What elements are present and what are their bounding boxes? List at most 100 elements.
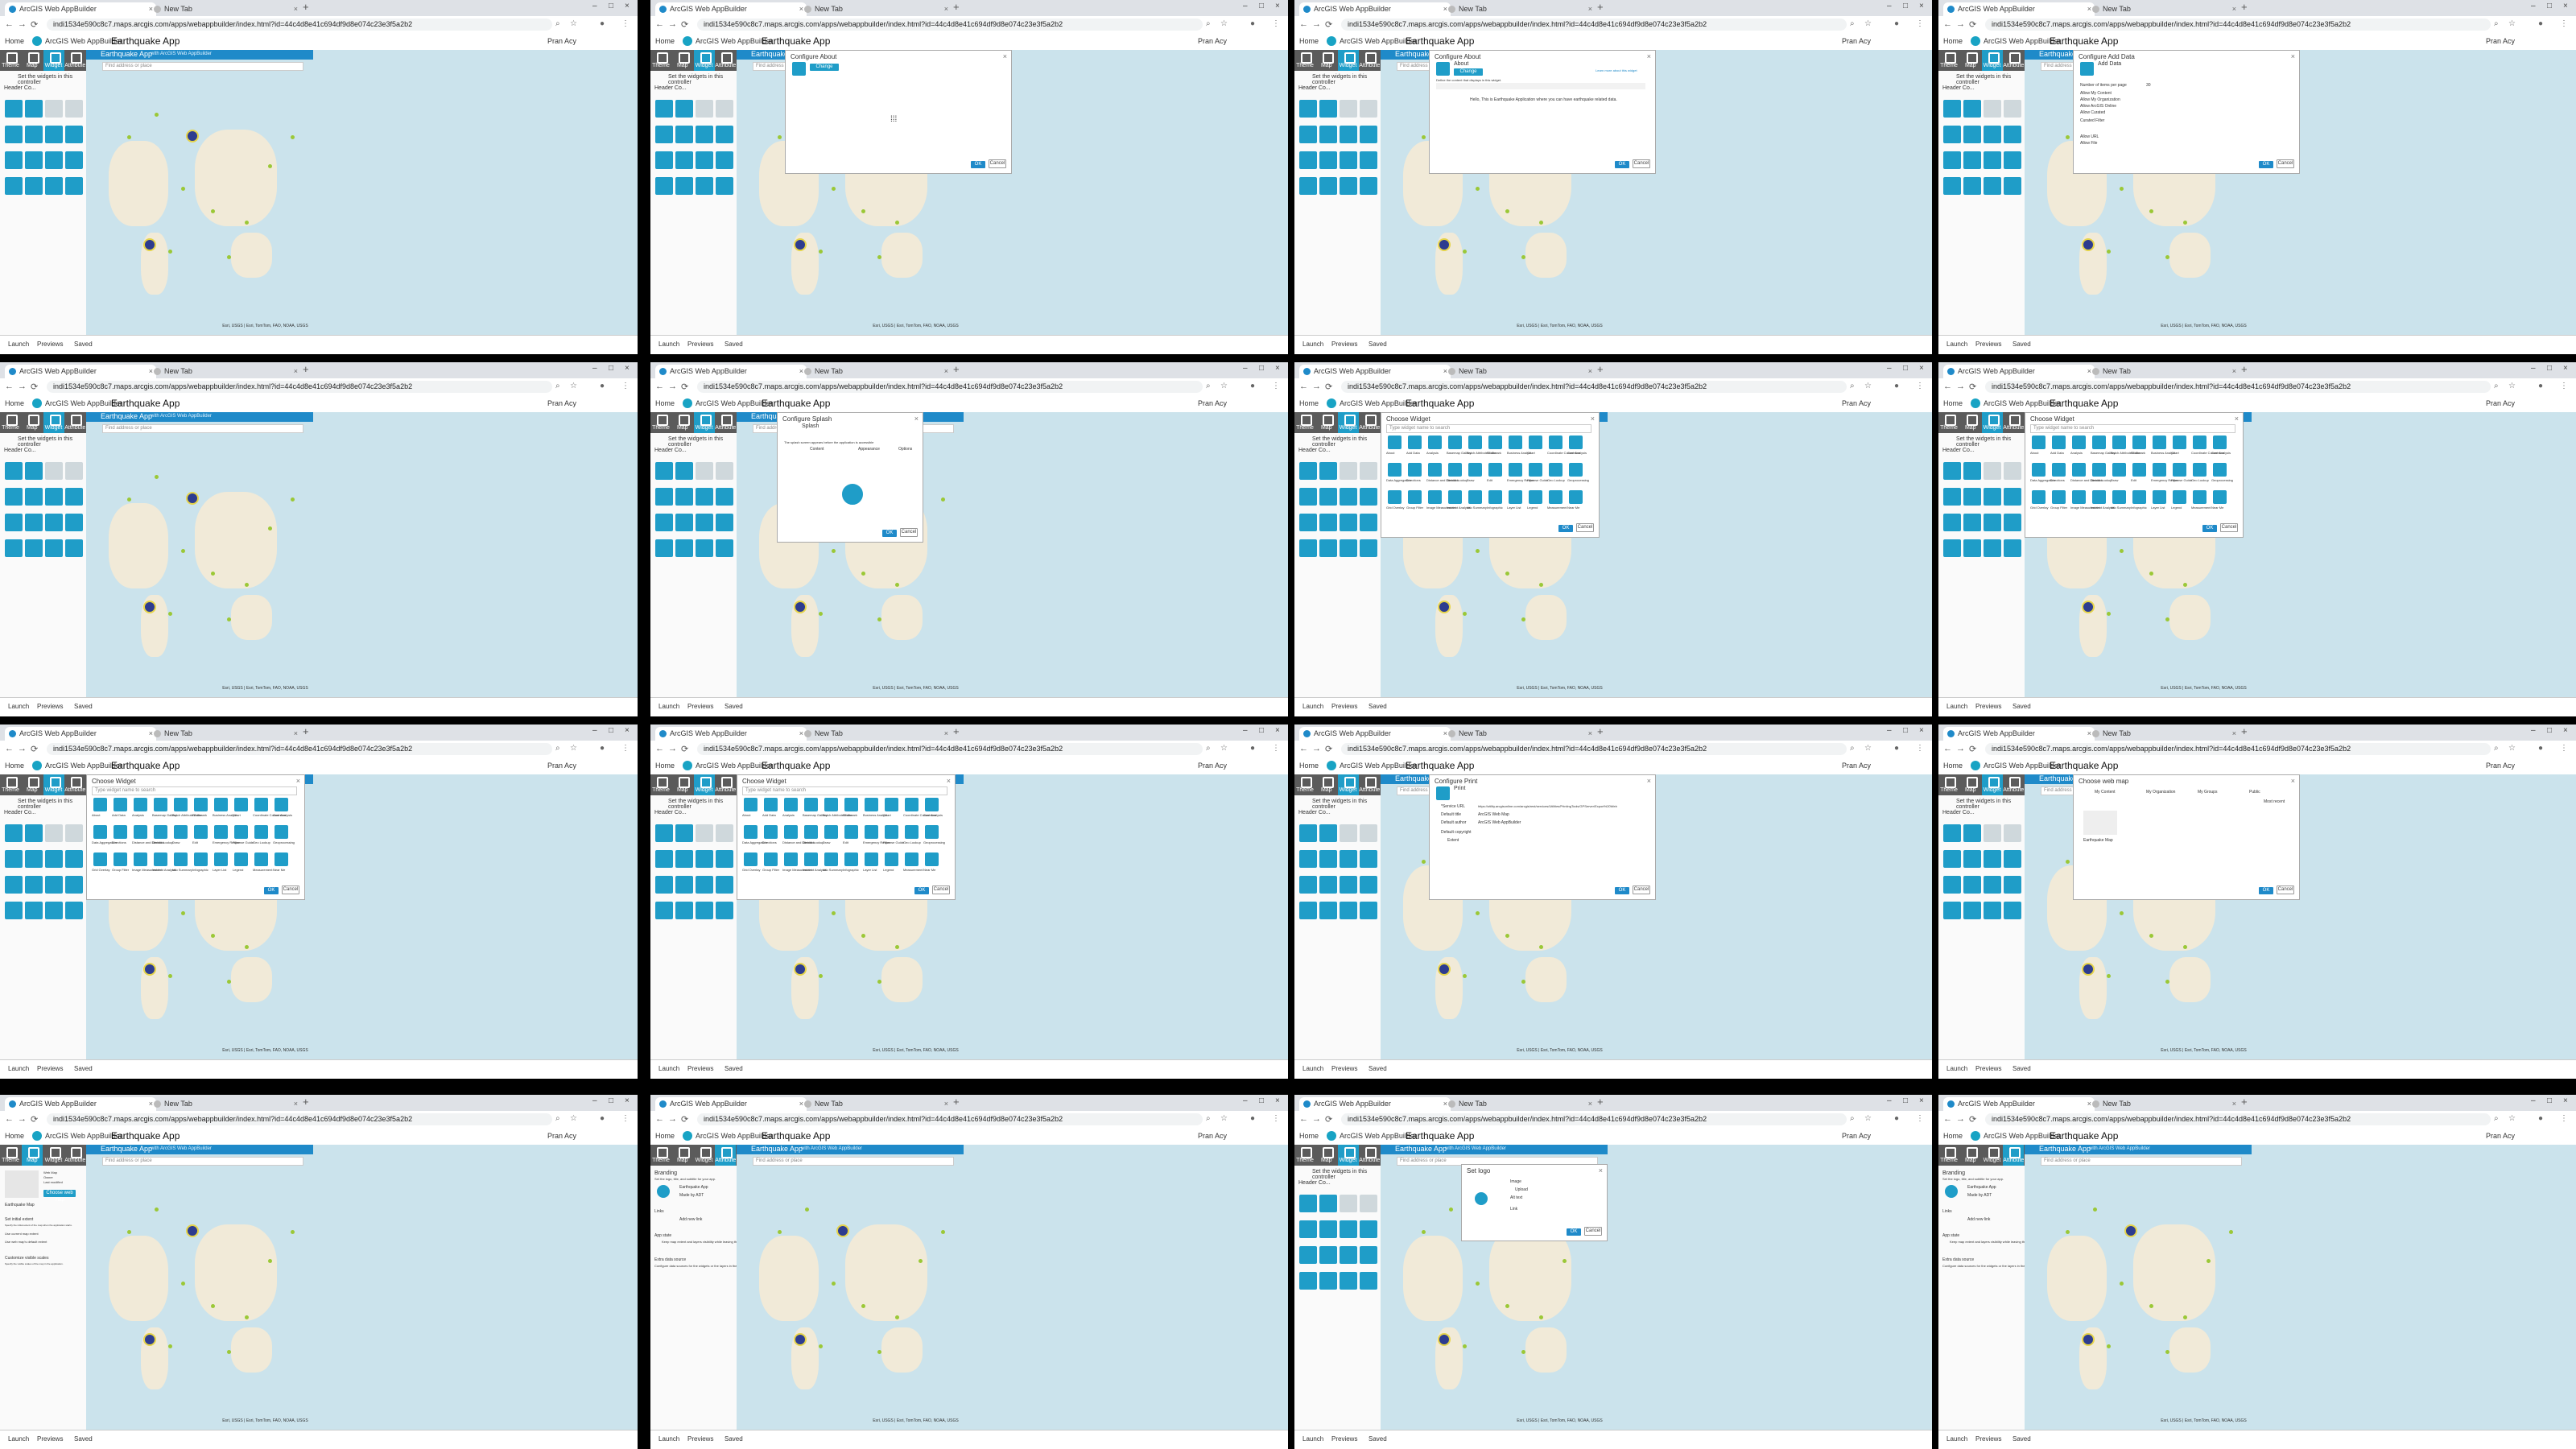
widget-tile[interactable] xyxy=(925,825,939,839)
earthquake-marker[interactable] xyxy=(186,492,200,506)
back-icon[interactable]: ← xyxy=(5,744,14,753)
launch-button[interactable]: Launch xyxy=(1302,703,1323,710)
widget-tile[interactable] xyxy=(2132,463,2146,477)
reload-icon[interactable]: ⟳ xyxy=(1969,744,1976,754)
widget-slot[interactable] xyxy=(2004,126,2021,143)
search-icon[interactable]: ⌕ xyxy=(1850,744,1855,753)
widget-slot[interactable] xyxy=(1340,462,1357,480)
tab-new[interactable]: New Tab × xyxy=(2088,727,2240,741)
widget-tile[interactable] xyxy=(2213,436,2227,449)
reload-icon[interactable]: ⟳ xyxy=(1969,382,1976,392)
close-window-icon[interactable]: × xyxy=(1275,726,1280,735)
minimize-icon[interactable]: – xyxy=(2531,364,2536,373)
brand-logo-icon[interactable] xyxy=(657,1185,670,1198)
url-field[interactable]: indi1534e590c8c7.maps.arcgis.com/apps/we… xyxy=(47,19,552,31)
tab-new[interactable]: New Tab × xyxy=(150,727,301,741)
tab-widget[interactable]: Widget xyxy=(43,1145,64,1166)
maximize-icon[interactable]: □ xyxy=(1903,364,1908,373)
profile-icon[interactable]: ● xyxy=(2538,19,2543,28)
widget-slot[interactable] xyxy=(655,151,673,169)
widget-slot[interactable] xyxy=(696,902,713,919)
change-icon-button[interactable]: Change widget icon xyxy=(810,64,839,76)
widget-slot[interactable] xyxy=(675,876,693,894)
widget-tile[interactable] xyxy=(275,825,288,839)
widget-slot[interactable] xyxy=(45,177,63,195)
widget-tile[interactable] xyxy=(1428,490,1442,504)
widget-tile[interactable] xyxy=(2153,463,2166,477)
back-icon[interactable]: ← xyxy=(5,1114,14,1124)
widget-slot[interactable] xyxy=(655,462,673,480)
widget-tile[interactable] xyxy=(1569,436,1583,449)
profile-icon[interactable]: ● xyxy=(1250,744,1255,753)
tab-theme[interactable]: Theme xyxy=(1294,412,1315,433)
new-tab-button[interactable]: + xyxy=(303,725,309,737)
widget-tile[interactable] xyxy=(2193,463,2207,477)
widget-slot[interactable] xyxy=(1984,462,2001,480)
tab-attributes[interactable]: Attribute xyxy=(1359,774,1380,795)
maximize-icon[interactable]: □ xyxy=(2547,2,2552,10)
tab-new[interactable]: New Tab × xyxy=(1444,2,1596,16)
allow-option[interactable]: Allow My Organization xyxy=(2080,97,2120,102)
tab-map[interactable]: Map xyxy=(1316,412,1337,433)
widget-slot[interactable] xyxy=(1299,1195,1317,1212)
reload-icon[interactable]: ⟳ xyxy=(31,744,38,754)
widget-tile[interactable] xyxy=(2072,436,2086,449)
tab-theme[interactable]: Theme xyxy=(650,774,671,795)
search-icon[interactable]: ⌕ xyxy=(1850,1114,1855,1123)
new-tab-button[interactable]: + xyxy=(2241,363,2248,375)
widget-tile[interactable] xyxy=(1428,463,1442,477)
profile-icon[interactable]: ● xyxy=(1250,19,1255,28)
search-icon[interactable]: ⌕ xyxy=(555,744,560,753)
tab-arcgis[interactable]: ArcGIS Web AppBuilder × xyxy=(1943,365,2095,378)
menu-icon[interactable]: ⋮ xyxy=(621,19,630,28)
forward-icon[interactable]: → xyxy=(668,744,677,753)
previews-button[interactable]: Previews xyxy=(1331,1435,1357,1443)
earthquake-marker[interactable] xyxy=(142,237,156,251)
widget-search-input[interactable]: Type widget name to search xyxy=(2030,424,2235,433)
tab-theme[interactable]: Theme xyxy=(1938,1145,1959,1166)
webmap-tab[interactable]: My Groups xyxy=(2198,790,2217,795)
launch-button[interactable]: Launch xyxy=(658,341,679,348)
widget-slot[interactable] xyxy=(1360,488,1377,506)
widget-slot[interactable] xyxy=(1319,850,1337,868)
widget-slot[interactable] xyxy=(696,539,713,557)
widget-slot[interactable] xyxy=(45,151,63,169)
default-title-value[interactable]: ArcGIS Web Map xyxy=(1478,812,1509,817)
widget-slot[interactable] xyxy=(655,850,673,868)
widget-tile[interactable] xyxy=(744,825,758,839)
bookmark-star-icon[interactable]: ☆ xyxy=(570,19,577,28)
user-menu[interactable]: Pran Acy xyxy=(1198,37,1227,45)
profile-icon[interactable]: ● xyxy=(1894,1114,1899,1123)
tab-attributes[interactable]: Attribute xyxy=(715,50,736,71)
back-icon[interactable]: ← xyxy=(1943,382,1952,391)
launch-button[interactable]: Launch xyxy=(1302,341,1323,348)
maximize-icon[interactable]: □ xyxy=(1903,2,1908,10)
widget-tile[interactable] xyxy=(885,825,898,839)
widget-tile[interactable] xyxy=(154,852,167,866)
widget-slot[interactable] xyxy=(65,514,83,531)
widget-tile[interactable] xyxy=(824,798,838,811)
widget-slot[interactable] xyxy=(1984,539,2001,557)
widget-slot[interactable] xyxy=(65,462,83,480)
tab-appearance[interactable]: Appearance xyxy=(858,447,880,452)
add-link-button[interactable]: Add new link xyxy=(1967,1217,1990,1222)
cancel-button[interactable]: Cancel xyxy=(1576,523,1594,532)
tab-arcgis[interactable]: ArcGIS Web AppBuilder × xyxy=(1299,1097,1451,1111)
widget-tile[interactable] xyxy=(2052,463,2066,477)
widget-tile[interactable] xyxy=(2193,490,2207,504)
widget-slot[interactable] xyxy=(1299,100,1317,118)
learn-more-link[interactable]: Learn more about this widget xyxy=(1596,68,1637,72)
widget-tile[interactable] xyxy=(114,825,127,839)
widget-slot[interactable] xyxy=(1299,488,1317,506)
tab-arcgis[interactable]: ArcGIS Web AppBuilder × xyxy=(655,2,807,16)
tab-new[interactable]: New Tab × xyxy=(800,2,952,16)
close-tab-icon[interactable]: × xyxy=(294,2,298,16)
ok-button[interactable]: OK xyxy=(882,530,897,537)
widget-slot[interactable] xyxy=(2004,876,2021,894)
previews-button[interactable]: Previews xyxy=(687,703,713,710)
widget-slot[interactable] xyxy=(1360,177,1377,195)
search-icon[interactable]: ⌕ xyxy=(1206,1114,1211,1123)
reload-icon[interactable]: ⟳ xyxy=(1325,744,1332,754)
bookmark-star-icon[interactable]: ☆ xyxy=(1864,744,1872,753)
back-icon[interactable]: ← xyxy=(1943,19,1952,29)
